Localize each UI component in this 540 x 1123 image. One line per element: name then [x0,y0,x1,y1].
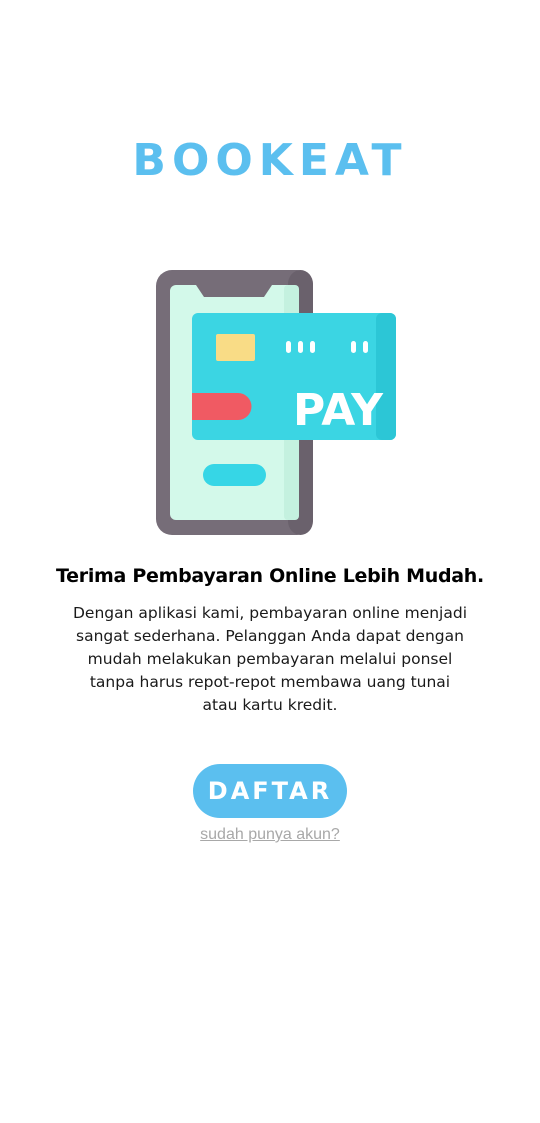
phone-payment-icon: PAY [156,270,396,535]
phone-screen-button [203,464,266,486]
onboarding-headline: Terima Pembayaran Online Lebih Mudah. [56,565,484,587]
card-pay-label: PAY [293,385,384,436]
login-link[interactable]: sudah punya akun? [0,824,540,846]
app-brand-title: BOOKEAT [132,135,408,186]
phone-notch [196,285,272,297]
register-button[interactable]: DAFTAR [193,764,347,818]
card-stripe [192,393,252,420]
card-chip [216,334,255,361]
onboarding-description: Dengan aplikasi kami, pembayaran online … [72,604,468,714]
